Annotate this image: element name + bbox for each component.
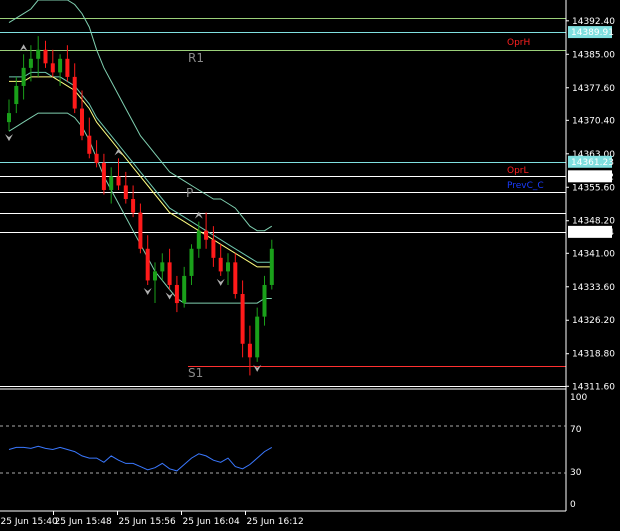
level-label-oprh: OprH [507,38,530,48]
candle-bull[interactable] [28,58,33,68]
level-label-r1: R1 [188,51,204,65]
time-axis-label: 25 Jun 15:56 [119,517,176,527]
candle-bear[interactable] [233,262,238,295]
price-axis-label: 14333.60 [572,283,615,293]
rsi-axis-label: 100 [570,393,587,403]
candle-bear[interactable] [240,294,245,344]
candle-bull[interactable] [182,275,187,304]
tag-p: 14361.23 [571,158,614,168]
candle-bear[interactable] [145,248,150,281]
candle-bull[interactable] [196,230,201,249]
candle-bear[interactable] [211,239,216,258]
time-axis-label: 25 Jun 16:12 [247,517,304,527]
tag-r1: 14389.91 [571,28,614,38]
price-axis-label: 14348.20 [572,217,615,227]
candle-bear[interactable] [123,185,128,200]
candle-bear[interactable] [80,108,84,136]
time-axis-label: 25 Jun 16:04 [183,517,240,527]
candle-bull[interactable] [14,85,19,105]
candle-bear[interactable] [116,176,121,186]
candle-bear[interactable] [131,199,136,213]
price-axis-label: 14385.00 [572,50,615,60]
price-chart[interactable]: R1 P S1 OprH OprL PrevC_C 14392.40 14385.… [0,0,620,531]
candle-bull[interactable] [269,248,274,285]
candle-bear[interactable] [174,284,179,304]
candle-bull[interactable] [7,113,11,123]
candle-bull[interactable] [189,248,194,276]
level-label-p: P [186,186,193,200]
candle-bull[interactable] [21,67,26,86]
level-label-s1: S1 [188,366,203,380]
candle-bull[interactable] [109,176,114,190]
price-axis-label: 14311.60 [572,382,615,392]
candle-bear[interactable] [94,153,99,163]
price-axis-label: 14355.60 [572,183,615,193]
tag-last: 14345.74 [571,228,614,238]
candle-bear[interactable] [138,212,143,249]
candle-bear[interactable] [101,162,106,190]
time-axis-label: 25 Jun 15:48 [55,517,112,527]
tag-oprl: 14358.02 [571,172,614,182]
price-axis-label: 14341.00 [572,249,615,259]
candle-bear[interactable] [218,257,223,272]
rsi-axis-label: 30 [570,468,582,478]
candle-bull[interactable] [36,49,41,59]
candle-bear[interactable] [72,76,77,109]
candle-bear[interactable] [65,58,70,77]
price-axis-label: 14326.20 [572,316,615,326]
time-axis-label: 25 Jun 15:40 [1,517,58,527]
level-label-oprl: OprL [507,166,529,176]
price-axis-label: 14377.60 [572,84,615,94]
price-axis-label: 14370.40 [572,116,615,126]
candle-bull[interactable] [262,284,267,317]
candle-bull[interactable] [255,316,260,358]
price-axis-label: 14392.40 [572,17,615,27]
candle-bear[interactable] [247,343,252,358]
candle-bear[interactable] [167,262,172,285]
price-axis-label: 14318.80 [572,350,615,360]
candle-bear[interactable] [204,230,209,240]
candle-bear[interactable] [50,63,55,73]
rsi-axis-label: 70 [570,425,582,435]
candle-bull[interactable] [153,271,157,281]
candle-bear[interactable] [87,135,92,154]
rsi-axis-label: 0 [570,500,576,510]
candle-bull[interactable] [58,58,63,73]
candle-bear[interactable] [43,49,48,64]
candle-bull[interactable] [226,262,230,272]
level-label-prevc: PrevC_C [507,181,544,191]
candle-bull[interactable] [160,262,165,272]
